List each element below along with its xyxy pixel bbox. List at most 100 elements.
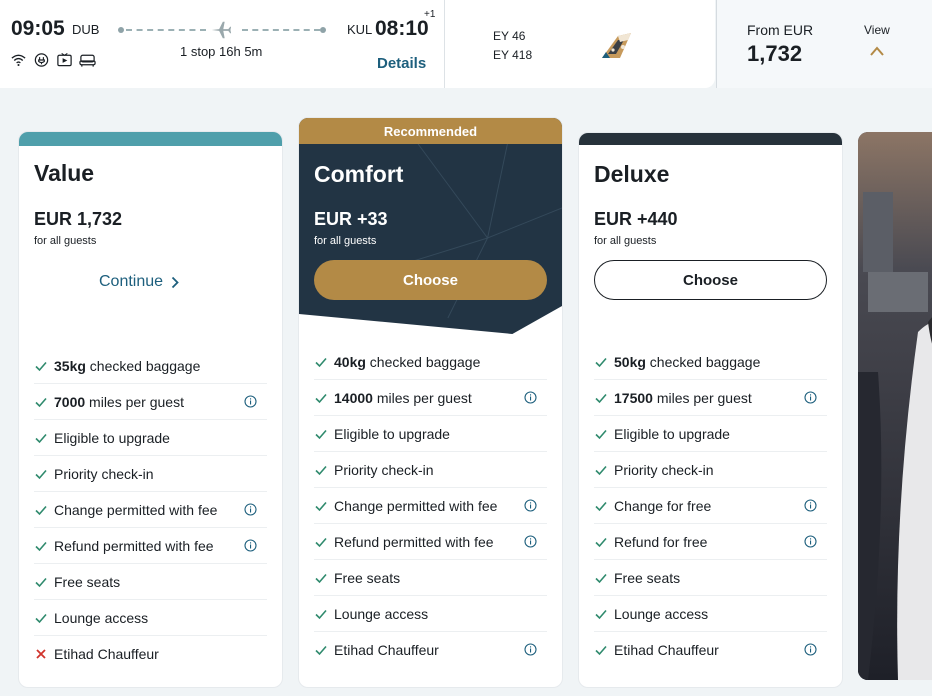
route-dash-right [242, 29, 320, 31]
fare-name: Comfort [314, 161, 404, 187]
info-icon[interactable] [244, 395, 257, 408]
feature-highlight: 7000 [54, 393, 86, 410]
check-icon [35, 613, 47, 623]
choose-button[interactable]: Choose [594, 260, 827, 300]
recommended-badge: Recommended [299, 118, 562, 144]
fare-card-comfort: Recommended Comfort EUR +33 for all gues… [298, 117, 563, 688]
feature-text: Lounge access [614, 605, 709, 622]
cabin-photo-image [858, 132, 932, 680]
feature-text: Priority check-in [334, 461, 434, 478]
info-icon[interactable] [244, 503, 257, 516]
cabin-photo [858, 132, 932, 680]
info-icon[interactable] [804, 499, 817, 512]
info-icon[interactable] [524, 535, 537, 548]
feature-label: Etihad Chauffeur [614, 642, 719, 658]
feature-label: Priority check-in [54, 466, 154, 482]
feature-text: Priority check-in [614, 461, 714, 478]
check-icon [315, 501, 327, 511]
info-icon[interactable] [804, 535, 817, 548]
feature-label: 50kg checked baggage [614, 354, 760, 370]
check-icon [35, 397, 47, 407]
wifi-icon [10, 52, 27, 68]
feature-label: Refund permitted with fee [54, 538, 214, 554]
info-icon[interactable] [244, 539, 257, 552]
feature-text: Free seats [614, 569, 681, 586]
feature-item: Eligible to upgrade [594, 416, 827, 452]
info-icon[interactable] [524, 391, 537, 404]
feature-label: Eligible to upgrade [54, 430, 170, 446]
feature-label: Etihad Chauffeur [334, 642, 439, 658]
feature-text: Eligible to upgrade [334, 425, 450, 442]
feature-text: Lounge access [54, 609, 149, 626]
feature-list: 50kg checked baggage 17500 miles per gues… [594, 344, 827, 668]
feature-label: Priority check-in [614, 462, 714, 478]
fare-card-deluxe: Deluxe EUR +440 for all guests Choose 50… [578, 132, 843, 688]
check-icon [315, 573, 327, 583]
info-icon[interactable] [804, 643, 817, 656]
amenities [10, 52, 96, 68]
departure-time: 09:05 [11, 17, 65, 40]
feature-text: Priority check-in [54, 465, 154, 482]
feature-item: Lounge access [594, 596, 827, 632]
feature-text: Lounge access [334, 605, 429, 622]
check-icon [35, 505, 47, 515]
feature-text: Refund permitted with fee [54, 537, 214, 554]
from-price: 1,732 [747, 41, 803, 66]
feature-item: Lounge access [314, 596, 547, 632]
fare-name: Deluxe [594, 161, 670, 187]
feature-text: Etihad Chauffeur [614, 642, 719, 658]
feature-text: Change permitted with fee [54, 501, 218, 518]
card-accent-strip [579, 133, 842, 145]
info-icon[interactable] [804, 391, 817, 404]
fare-price: EUR +33 [314, 209, 388, 229]
check-icon [35, 433, 47, 443]
feature-text: checked baggage [365, 353, 481, 370]
card-accent-strip [19, 132, 282, 146]
check-icon [595, 609, 607, 619]
check-icon [315, 645, 327, 656]
feature-label: Free seats [54, 574, 120, 590]
origin-dot [118, 27, 124, 33]
feature-item: 7000 miles per guest [34, 384, 267, 420]
feature-item: Free seats [34, 564, 267, 600]
feature-label: Free seats [334, 570, 400, 586]
feature-highlight: 14000 [334, 389, 373, 406]
feature-text: miles per guest [652, 389, 752, 406]
route-dash-left [126, 29, 206, 31]
check-icon [595, 357, 607, 367]
power-icon [33, 52, 50, 68]
feature-text: Refund for free [614, 533, 708, 550]
feature-item: 50kg checked baggage [594, 344, 827, 380]
check-icon [595, 393, 607, 403]
details-link[interactable]: Details [377, 55, 426, 72]
feature-item: Free seats [314, 560, 547, 596]
fare-name: Value [34, 160, 95, 186]
feature-label: Refund for free [614, 534, 707, 550]
feature-label: Refund permitted with fee [334, 534, 494, 550]
view-toggle-label[interactable]: View [864, 23, 890, 37]
continue-button[interactable]: Continue [99, 273, 179, 291]
feature-item: Etihad Chauffeur [314, 632, 547, 668]
departure-airport-code: DUB [72, 22, 100, 37]
feature-text: checked baggage [645, 353, 761, 370]
info-icon[interactable] [524, 499, 537, 512]
check-icon [595, 645, 607, 656]
check-icon [595, 465, 607, 475]
info-icon[interactable] [524, 643, 537, 656]
flight-number: EY 418 [493, 48, 533, 62]
feature-text: Free seats [334, 569, 401, 586]
feature-highlight: 50kg [614, 353, 646, 370]
feature-label: 40kg checked baggage [334, 354, 480, 370]
fare-price: EUR 1,732 [34, 209, 123, 229]
check-icon [315, 357, 327, 367]
chevron-up-icon[interactable] [869, 45, 885, 57]
feature-item: Eligible to upgrade [34, 420, 267, 456]
feature-item: Change permitted with fee [34, 492, 267, 528]
feature-item: Free seats [594, 560, 827, 596]
feature-item: Priority check-in [594, 452, 827, 488]
continue-label: Continue [99, 273, 164, 290]
feature-label: Etihad Chauffeur [54, 646, 159, 662]
choose-button[interactable]: Choose [314, 260, 547, 300]
feature-label: Eligible to upgrade [334, 426, 450, 442]
check-icon [595, 429, 607, 439]
